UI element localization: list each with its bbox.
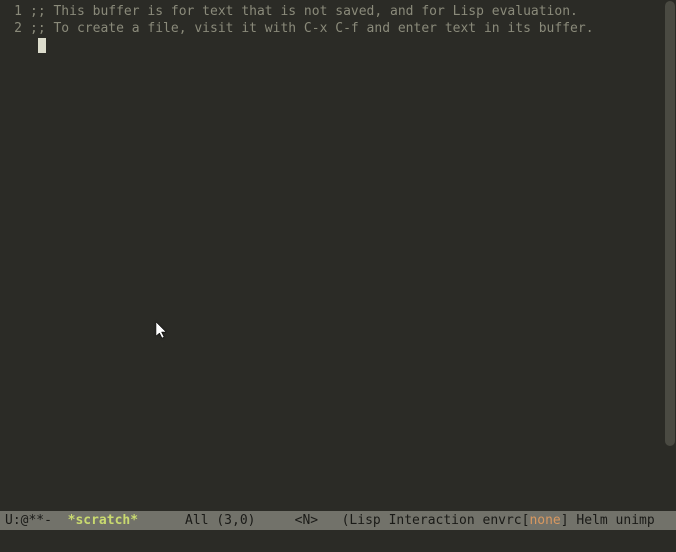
cursor-line[interactable] xyxy=(0,37,664,54)
line-text: ;; To create a file, visit it with C-x C… xyxy=(30,20,594,37)
modeline-position: All (3,0) xyxy=(185,513,255,528)
mode-line[interactable]: U:@**- *scratch* All (3,0) <N> (Lisp Int… xyxy=(0,511,676,530)
spacing xyxy=(318,513,341,528)
line-number: 1 xyxy=(0,3,30,20)
modeline-modes-prefix: (Lisp Interaction envrc[ xyxy=(342,513,530,528)
editor-buffer[interactable]: 1 ;; This buffer is for text that is not… xyxy=(0,0,664,530)
buffer-line[interactable]: 1 ;; This buffer is for text that is not… xyxy=(0,3,664,20)
modeline-vim-mode: <N> xyxy=(295,513,318,528)
line-number: 2 xyxy=(0,20,30,37)
text-cursor xyxy=(38,38,46,53)
modeline-buffer-name[interactable]: *scratch* xyxy=(68,513,138,528)
modeline-modes-suffix: ] Helm unimp xyxy=(561,513,655,528)
minibuffer[interactable] xyxy=(0,530,676,552)
spacing xyxy=(138,513,185,528)
spacing xyxy=(256,513,295,528)
scrollbar[interactable] xyxy=(665,1,675,446)
buffer-line[interactable]: 2 ;; To create a file, visit it with C-x… xyxy=(0,20,664,37)
line-text: ;; This buffer is for text that is not s… xyxy=(30,3,578,20)
modeline-envrc-value: none xyxy=(529,513,560,528)
modeline-status: U:@**- xyxy=(5,513,68,528)
